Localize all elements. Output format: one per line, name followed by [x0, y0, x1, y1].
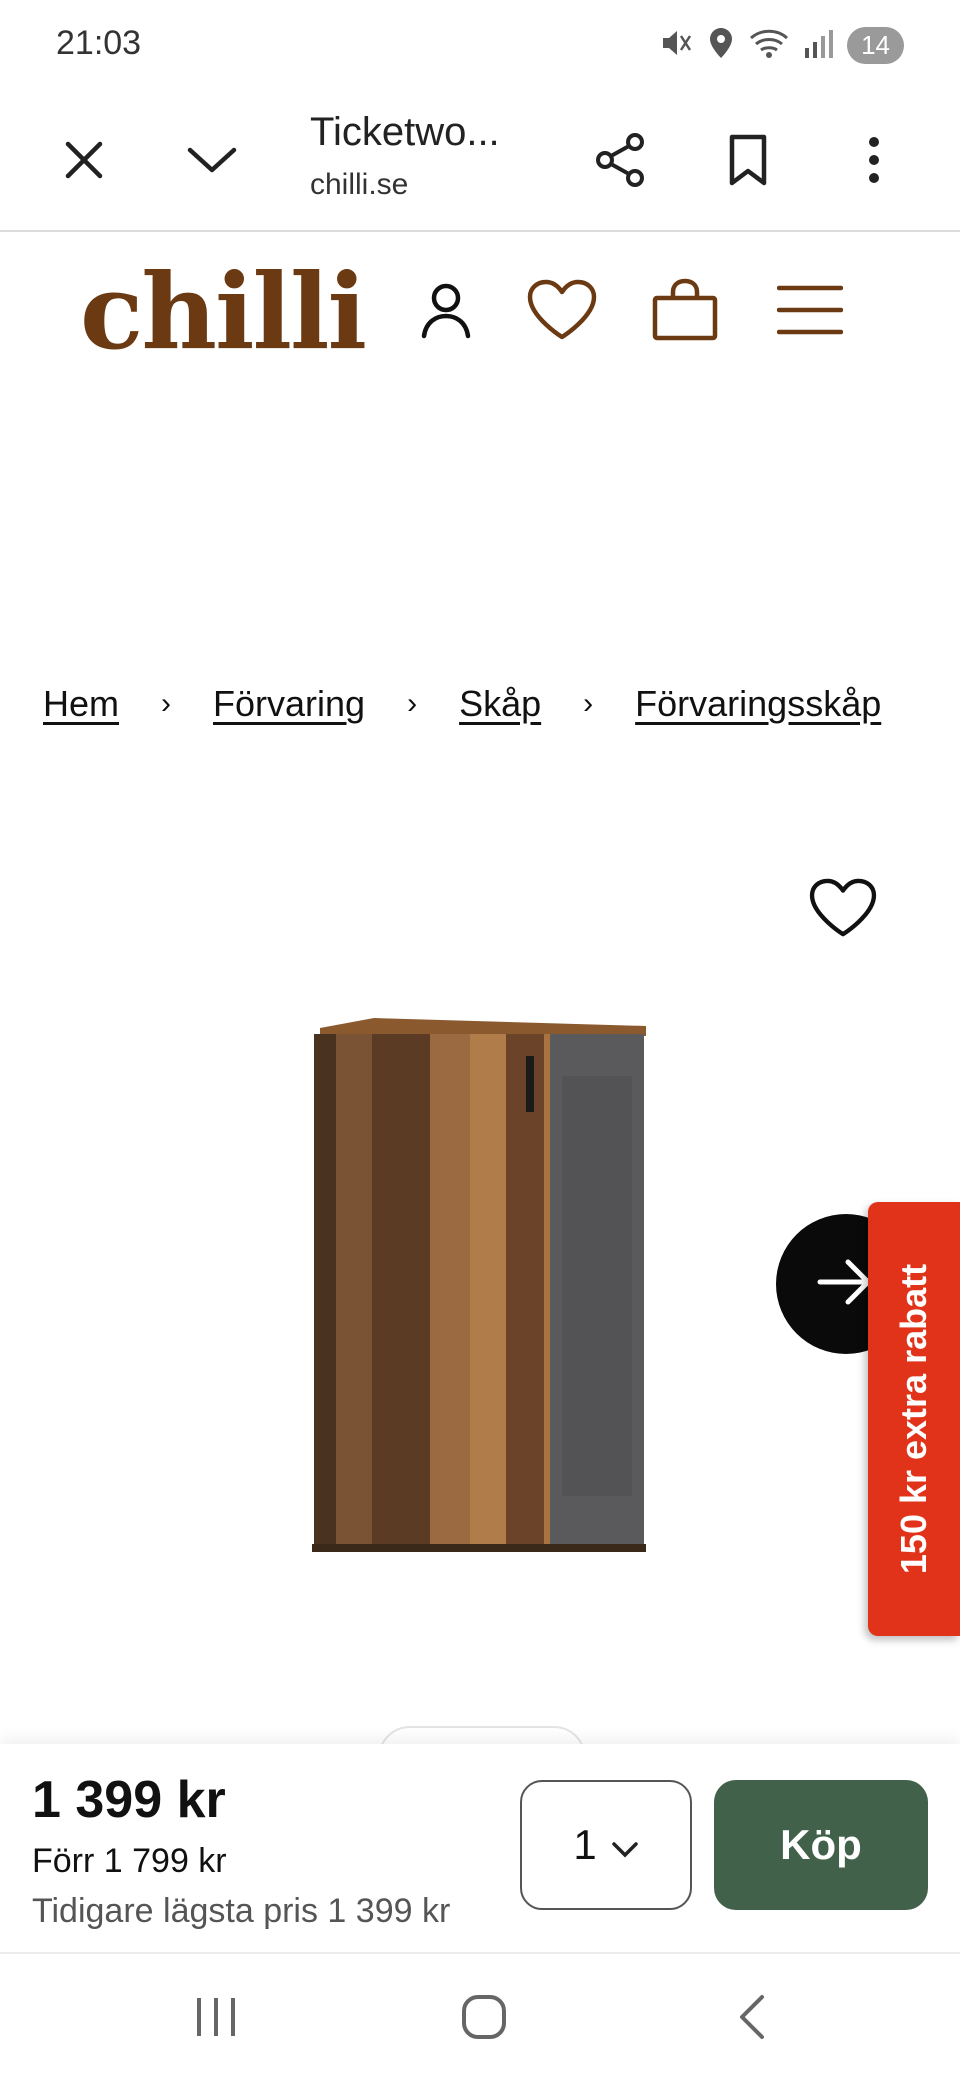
wifi-icon [749, 26, 789, 65]
chevron-right-icon: › [583, 687, 594, 720]
mute-icon [659, 26, 693, 65]
site-header: chilli [0, 232, 960, 392]
minimize-button[interactable] [176, 126, 248, 198]
heart-icon [808, 878, 878, 943]
heart-icon [526, 279, 598, 346]
bookmark-button[interactable] [712, 126, 784, 198]
more-options-button[interactable] [838, 126, 910, 198]
quantity-value: 1 [573, 1821, 597, 1868]
account-button[interactable] [406, 272, 486, 352]
status-icons: 14 [659, 26, 904, 65]
share-button[interactable] [584, 126, 656, 198]
buy-button[interactable]: Köp [714, 1780, 928, 1910]
menu-icon [776, 284, 844, 341]
battery-indicator: 14 [847, 27, 904, 64]
arrow-right-icon [816, 1257, 876, 1312]
promo-tab[interactable]: 150 kr extra rabatt [868, 1202, 960, 1636]
chevron-down-icon [611, 1821, 639, 1869]
breadcrumb-item-forvaringsskap[interactable]: Förvaringsskåp [635, 683, 881, 725]
back-icon [736, 1993, 768, 2046]
lowest-price: Tidigare lägsta pris 1 399 kr [32, 1892, 451, 1930]
site-logo[interactable]: chilli [80, 250, 367, 373]
recents-icon [193, 1996, 239, 2043]
back-button[interactable] [712, 1984, 792, 2054]
close-tab-button[interactable] [48, 126, 120, 198]
browser-toolbar: Ticketwo... chilli.se [0, 96, 960, 232]
close-icon [62, 138, 106, 187]
cart-button[interactable] [645, 272, 725, 352]
cart-icon [651, 278, 719, 347]
product-wishlist-button[interactable] [800, 870, 886, 950]
chevron-right-icon: › [161, 687, 172, 720]
home-button[interactable] [444, 1984, 524, 2054]
bookmark-icon [726, 133, 770, 192]
current-price: 1 399 kr [32, 1771, 226, 1829]
menu-button[interactable] [770, 272, 850, 352]
recents-button[interactable] [176, 1984, 256, 2054]
before-price: Förr 1 799 kr [32, 1842, 227, 1880]
quantity-select[interactable]: 1 [520, 1780, 692, 1910]
status-time: 21:03 [56, 24, 142, 62]
promo-text: 150 kr extra rabatt [893, 1263, 934, 1575]
page-title: Ticketwo... [310, 110, 500, 154]
breadcrumb: Hem › Förvaring › Skåp › Förvaringsskåp [43, 676, 881, 732]
breadcrumb-item-skap[interactable]: Skåp [459, 683, 541, 725]
signal-icon [803, 26, 834, 65]
location-icon [707, 26, 735, 65]
chevron-right-icon: › [407, 687, 418, 720]
product-image[interactable] [312, 1016, 646, 1552]
home-icon [460, 1993, 508, 2046]
wishlist-button[interactable] [522, 272, 602, 352]
more-icon [867, 135, 881, 190]
chevron-down-icon [186, 142, 238, 183]
page-url: chilli.se [310, 168, 409, 201]
breadcrumb-item-hem[interactable]: Hem [43, 683, 119, 725]
share-icon [593, 132, 647, 193]
system-nav-bar [0, 1952, 960, 2082]
breadcrumb-item-forvaring[interactable]: Förvaring [213, 683, 365, 725]
buy-bar: 1 399 kr Förr 1 799 kr Tidigare lägsta p… [0, 1744, 960, 1952]
status-bar: 21:03 14 [0, 0, 960, 96]
product-gallery [0, 840, 960, 1740]
account-icon [418, 280, 474, 345]
